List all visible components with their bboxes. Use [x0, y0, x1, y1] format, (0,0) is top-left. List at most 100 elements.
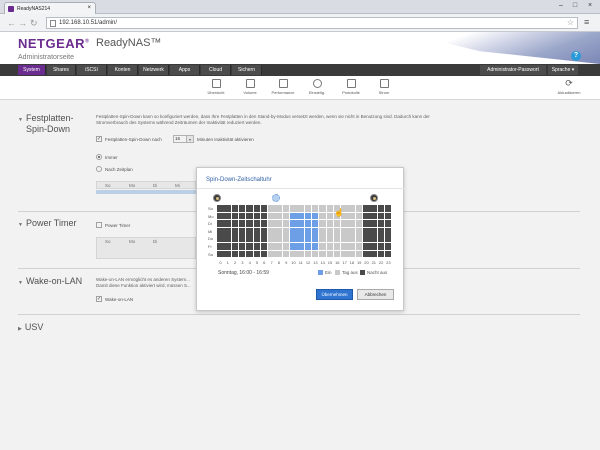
refresh-button[interactable]: ⟳ Aktualisieren — [552, 79, 586, 96]
maximize-icon[interactable]: □ — [568, 1, 582, 11]
schedule-cell[interactable] — [238, 227, 246, 235]
schedule-cell[interactable] — [348, 243, 355, 250]
schedule-cell[interactable] — [355, 243, 363, 250]
schedule-cell[interactable] — [282, 243, 290, 250]
schedule-cell[interactable] — [326, 250, 333, 258]
schedule-cell[interactable] — [297, 212, 304, 220]
schedule-cell[interactable] — [333, 250, 341, 258]
schedule-cell[interactable] — [268, 227, 275, 235]
schedule-cell[interactable] — [268, 250, 275, 258]
schedule-cell[interactable] — [217, 220, 224, 227]
schedule-cell[interactable] — [333, 227, 341, 235]
schedule-cell[interactable] — [326, 235, 333, 243]
schedule-cell[interactable] — [370, 235, 377, 243]
schedule-cell[interactable] — [333, 220, 341, 227]
schedule-cell[interactable] — [238, 220, 246, 227]
tab-netzwerk[interactable]: Netzwerk — [139, 65, 169, 75]
schedule-cell[interactable] — [326, 243, 333, 250]
tab-sichern[interactable]: Sichern — [232, 65, 262, 75]
schedule-cell[interactable] — [377, 227, 385, 235]
schedule-cell[interactable] — [341, 243, 348, 250]
schedule-cell[interactable] — [319, 220, 326, 227]
schedule-cell[interactable] — [341, 235, 348, 243]
schedule-cell[interactable] — [377, 235, 385, 243]
schedule-cell[interactable] — [348, 212, 355, 220]
schedule-cell[interactable] — [319, 205, 326, 212]
toolbar-volume[interactable]: Volume — [235, 79, 265, 95]
schedule-cell[interactable] — [217, 205, 224, 212]
schedule-cell[interactable] — [326, 205, 333, 212]
schedule-cell[interactable] — [260, 227, 268, 235]
schedule-cell[interactable] — [319, 212, 326, 220]
schedule-cell[interactable] — [311, 243, 319, 250]
schedule-cell[interactable] — [363, 243, 370, 250]
schedule-cell[interactable] — [290, 220, 297, 227]
schedule-cell[interactable] — [268, 220, 275, 227]
schedule-cell[interactable] — [275, 212, 282, 220]
schedule-cell[interactable] — [363, 235, 370, 243]
schedule-cell[interactable] — [290, 212, 297, 220]
schedule-cell[interactable] — [297, 227, 304, 235]
toolbar-settings[interactable]: Einstellg. — [302, 79, 332, 95]
schedule-cell[interactable] — [268, 243, 275, 250]
toolbar-overview[interactable]: Übersicht — [201, 79, 231, 95]
schedule-cell[interactable] — [311, 250, 319, 258]
tab-iscsi[interactable]: iSCSI — [77, 65, 107, 75]
schedule-cell[interactable] — [238, 235, 246, 243]
schedule-cell[interactable] — [304, 250, 312, 258]
schedule-cell[interactable] — [297, 220, 304, 227]
tab-shares[interactable]: Shares — [47, 65, 76, 75]
schedule-cell[interactable] — [246, 235, 253, 243]
schedule-cell[interactable] — [282, 235, 290, 243]
schedule-cell[interactable] — [231, 220, 239, 227]
schedule-cell[interactable] — [238, 212, 246, 220]
schedule-cell[interactable] — [304, 220, 312, 227]
tab-system[interactable]: System — [18, 65, 46, 75]
apply-button[interactable]: Übernehmen — [316, 289, 353, 300]
schedule-cell[interactable] — [319, 250, 326, 258]
schedule-cell[interactable] — [224, 205, 231, 212]
schedule-cell[interactable] — [246, 212, 253, 220]
schedule-cell[interactable] — [282, 212, 290, 220]
schedule-cell[interactable] — [231, 212, 239, 220]
close-window-icon[interactable]: × — [583, 1, 597, 11]
schedule-cell[interactable] — [268, 235, 275, 243]
schedule-cell[interactable] — [253, 205, 260, 212]
schedule-cell[interactable] — [253, 243, 260, 250]
schedule-cell[interactable] — [275, 205, 282, 212]
schedule-cell[interactable] — [370, 243, 377, 250]
schedule-cell[interactable] — [231, 235, 239, 243]
schedule-cell[interactable] — [282, 220, 290, 227]
schedule-cell[interactable] — [260, 205, 268, 212]
schedule-cell[interactable] — [355, 250, 363, 258]
schedule-cell[interactable] — [384, 212, 392, 220]
schedule-cell[interactable] — [260, 220, 268, 227]
schedule-cell[interactable] — [268, 205, 275, 212]
schedule-cell[interactable] — [275, 220, 282, 227]
schedule-cell[interactable] — [355, 205, 363, 212]
schedule-cell[interactable] — [304, 227, 312, 235]
schedule-cell[interactable] — [275, 227, 282, 235]
schedule-cell[interactable] — [268, 212, 275, 220]
schedule-cell[interactable] — [290, 205, 297, 212]
language-button[interactable]: Sprache ▾ — [548, 65, 578, 75]
schedule-cell[interactable] — [311, 212, 319, 220]
toolbar-performance[interactable]: Performance — [268, 79, 298, 95]
forward-icon[interactable]: → — [18, 18, 27, 28]
schedule-cell[interactable] — [384, 243, 392, 250]
tab-apps[interactable]: Apps — [170, 65, 200, 75]
schedule-cell[interactable] — [377, 243, 385, 250]
schedule-cell[interactable] — [231, 205, 239, 212]
toolbar-logs[interactable]: Protokolle — [336, 79, 366, 95]
schedule-cell[interactable] — [217, 212, 224, 220]
schedule-cell[interactable] — [297, 250, 304, 258]
schedule-cell[interactable] — [348, 235, 355, 243]
schedule-cell[interactable] — [377, 205, 385, 212]
schedule-cell[interactable] — [224, 243, 231, 250]
schedule-cell[interactable] — [253, 235, 260, 243]
help-icon[interactable]: ? — [571, 51, 581, 61]
schedule-cell[interactable] — [326, 227, 333, 235]
schedule-cell[interactable] — [290, 250, 297, 258]
cancel-button[interactable]: Abbrechen — [357, 289, 394, 300]
schedule-cell[interactable] — [297, 205, 304, 212]
